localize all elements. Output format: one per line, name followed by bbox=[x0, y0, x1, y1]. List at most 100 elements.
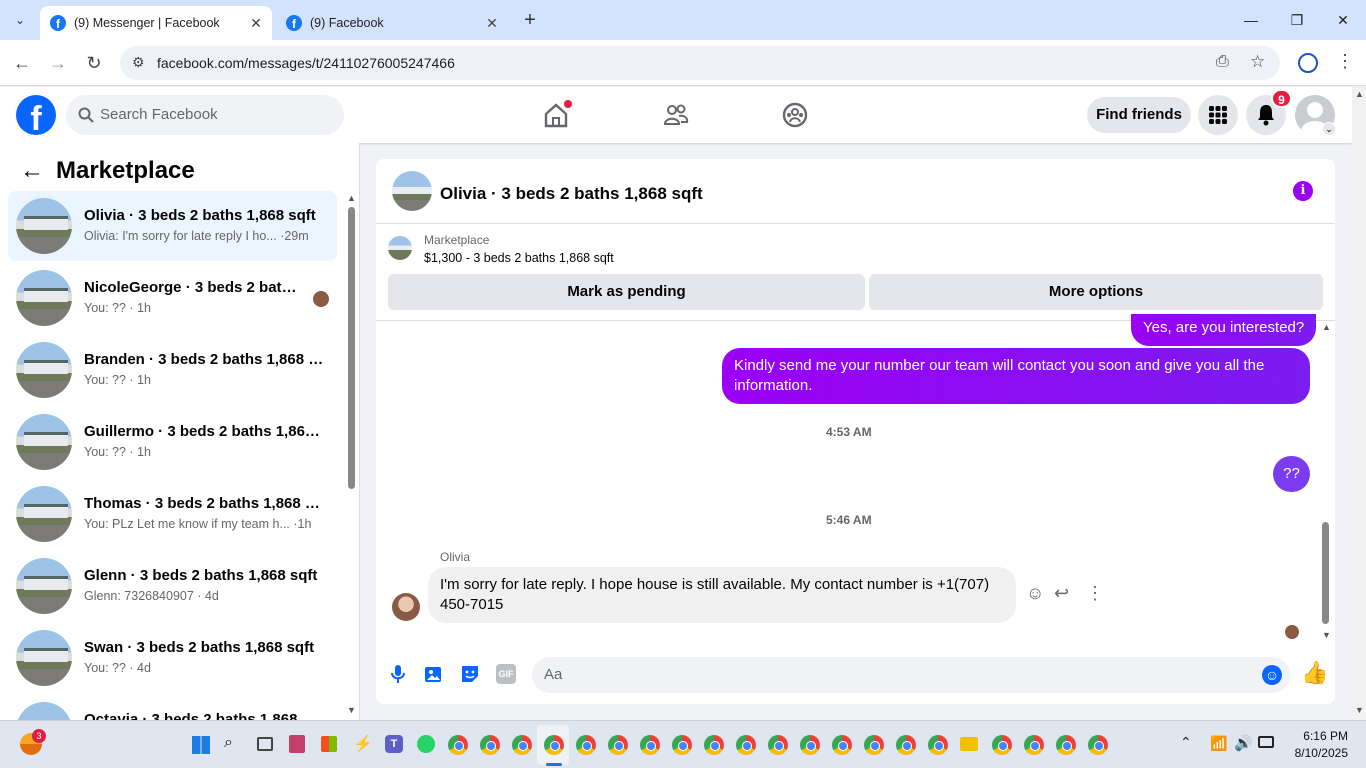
whatsapp-icon[interactable] bbox=[417, 735, 435, 753]
listing-avatar[interactable] bbox=[392, 171, 432, 211]
mark-as-pending-button[interactable]: Mark as pending bbox=[388, 274, 865, 310]
bookmark-star-icon[interactable]: ☆ bbox=[1250, 52, 1265, 72]
tab-search-button[interactable]: ⌄ bbox=[8, 9, 32, 31]
store-icon[interactable] bbox=[321, 736, 337, 752]
site-info-icon[interactable]: ⚙ bbox=[132, 54, 145, 71]
install-app-icon[interactable]: ⎙ bbox=[1216, 53, 1229, 71]
chat-title[interactable]: Olivia · 3 beds 2 baths 1,868 sqft bbox=[440, 184, 703, 204]
clock-date[interactable]: 8/10/2025 bbox=[1286, 746, 1348, 760]
task-view-icon[interactable] bbox=[257, 737, 273, 751]
scroll-up-arrow-icon[interactable]: ▲ bbox=[1322, 322, 1331, 332]
chrome-icon[interactable] bbox=[992, 735, 1012, 755]
chrome-icon[interactable] bbox=[928, 735, 948, 755]
teams-icon[interactable]: T bbox=[385, 735, 403, 753]
chrome-icon[interactable] bbox=[608, 735, 628, 755]
scroll-up-arrow-icon[interactable]: ▲ bbox=[1355, 89, 1364, 99]
file-explorer-icon[interactable] bbox=[960, 737, 978, 751]
chevron-down-icon[interactable]: ⌄ bbox=[1322, 122, 1336, 136]
scroll-down-arrow-icon[interactable]: ▼ bbox=[1355, 705, 1364, 715]
chat-scrollbar[interactable]: ▲ ▼ bbox=[1320, 322, 1332, 642]
app-icon[interactable]: ⚡ bbox=[353, 734, 373, 754]
chrome-icon[interactable] bbox=[704, 735, 724, 755]
search-input[interactable]: Search Facebook bbox=[66, 95, 344, 135]
chrome-icon[interactable] bbox=[768, 735, 788, 755]
scroll-down-arrow-icon[interactable]: ▼ bbox=[1322, 630, 1331, 640]
menu-button[interactable] bbox=[1198, 95, 1238, 135]
chrome-icon[interactable] bbox=[800, 735, 820, 755]
list-item[interactable]: Swan · 3 beds 2 baths 1,868 sqft You: ??… bbox=[8, 623, 337, 693]
chrome-icon[interactable] bbox=[736, 735, 756, 755]
find-friends-button[interactable]: Find friends bbox=[1087, 97, 1191, 133]
friends-icon[interactable] bbox=[662, 101, 690, 129]
chevron-up-icon[interactable]: ⌃ bbox=[1180, 734, 1192, 751]
close-icon[interactable]: ✕ bbox=[482, 15, 502, 32]
more-options-button[interactable]: More options bbox=[869, 274, 1323, 310]
chrome-icon[interactable] bbox=[480, 735, 500, 755]
received-message[interactable]: I'm sorry for late reply. I hope house i… bbox=[428, 567, 1016, 623]
sent-message[interactable]: Kindly send me your number our team will… bbox=[722, 348, 1310, 404]
volume-icon[interactable]: 🔊 bbox=[1234, 734, 1253, 752]
chrome-icon[interactable] bbox=[576, 735, 596, 755]
page-scrollbar[interactable]: ▲ ▼ bbox=[1352, 87, 1366, 720]
chrome-icon[interactable] bbox=[512, 735, 532, 755]
groups-icon[interactable] bbox=[781, 101, 809, 129]
info-icon[interactable]: i bbox=[1293, 181, 1313, 201]
start-button[interactable] bbox=[192, 736, 210, 754]
more-actions-icon[interactable]: ⋮ bbox=[1086, 583, 1104, 604]
scroll-down-arrow-icon[interactable]: ▼ bbox=[347, 705, 356, 715]
scroll-thumb[interactable] bbox=[348, 207, 355, 489]
close-window-button[interactable]: ✕ bbox=[1328, 8, 1358, 32]
chrome-icon[interactable] bbox=[896, 735, 916, 755]
list-item[interactable]: Olivia · 3 beds 2 baths 1,868 sqft Olivi… bbox=[8, 191, 337, 261]
microphone-icon[interactable] bbox=[390, 664, 406, 684]
minimize-button[interactable]: — bbox=[1236, 8, 1266, 32]
scroll-up-arrow-icon[interactable]: ▲ bbox=[347, 193, 356, 203]
list-item[interactable]: Octavia · 3 beds 2 baths 1,868... bbox=[8, 695, 337, 720]
tab-facebook[interactable]: f (9) Facebook ✕ bbox=[276, 6, 508, 40]
back-button[interactable]: ← bbox=[10, 51, 34, 75]
tab-messenger[interactable]: f (9) Messenger | Facebook ✕ bbox=[40, 6, 272, 40]
forward-button[interactable]: → bbox=[46, 51, 70, 75]
close-icon[interactable]: ✕ bbox=[246, 15, 266, 32]
avatar[interactable] bbox=[392, 593, 420, 621]
list-item[interactable]: NicoleGeorge · 3 beds 2 baths... You: ??… bbox=[8, 263, 337, 333]
photo-icon[interactable] bbox=[424, 664, 444, 684]
chrome-icon[interactable] bbox=[544, 735, 564, 755]
reload-button[interactable]: ↻ bbox=[82, 51, 106, 75]
react-emoji-icon[interactable]: ☺ bbox=[1026, 583, 1044, 604]
list-item[interactable]: Guillermo · 3 beds 2 baths 1,868 ... You… bbox=[8, 407, 337, 477]
gif-icon[interactable]: GIF bbox=[496, 664, 516, 684]
search-icon[interactable]: ⌕ bbox=[224, 734, 233, 752]
reply-icon[interactable]: ↩ bbox=[1054, 583, 1069, 604]
list-item[interactable]: Thomas · 3 beds 2 baths 1,868 s... You: … bbox=[8, 479, 337, 549]
app-icon[interactable] bbox=[289, 735, 305, 753]
chrome-icon[interactable] bbox=[864, 735, 884, 755]
wifi-icon[interactable]: 📶 bbox=[1210, 735, 1227, 752]
sent-message[interactable]: Yes, are you interested? bbox=[1131, 314, 1317, 346]
chrome-icon[interactable] bbox=[1024, 735, 1044, 755]
list-scrollbar[interactable]: ▲ ▼ bbox=[345, 193, 357, 718]
maximize-button[interactable]: ❐ bbox=[1282, 8, 1312, 32]
chrome-icon[interactable] bbox=[672, 735, 692, 755]
message-input[interactable]: Aa ☺ bbox=[532, 657, 1290, 693]
listing-details[interactable]: $1,300 - 3 beds 2 baths 1,868 sqft bbox=[424, 251, 614, 265]
list-item[interactable]: Branden · 3 beds 2 baths 1,868 s... You:… bbox=[8, 335, 337, 405]
address-bar[interactable]: ⚙ facebook.com/messages/t/24110276005247… bbox=[120, 46, 1280, 80]
chrome-icon[interactable] bbox=[1088, 735, 1108, 755]
chrome-icon[interactable] bbox=[1056, 735, 1076, 755]
new-tab-button[interactable]: + bbox=[518, 8, 542, 32]
list-item[interactable]: Glenn · 3 beds 2 baths 1,868 sqft Glenn:… bbox=[8, 551, 337, 621]
thumbs-up-icon[interactable]: 👍 bbox=[1301, 660, 1328, 686]
facebook-logo-icon[interactable]: f bbox=[16, 95, 56, 135]
chrome-icon[interactable] bbox=[640, 735, 660, 755]
back-arrow-icon[interactable]: ← bbox=[20, 157, 44, 185]
clock-time[interactable]: 6:16 PM bbox=[1296, 729, 1348, 743]
sent-message[interactable]: ?? bbox=[1273, 456, 1310, 492]
chrome-icon[interactable] bbox=[832, 735, 852, 755]
profile-icon[interactable] bbox=[1298, 53, 1318, 73]
chrome-icon[interactable] bbox=[448, 735, 468, 755]
browser-menu-icon[interactable]: ⋮ bbox=[1336, 51, 1354, 72]
sticker-icon[interactable] bbox=[460, 664, 480, 684]
scroll-thumb[interactable] bbox=[1322, 522, 1329, 624]
battery-icon[interactable] bbox=[1258, 736, 1274, 748]
